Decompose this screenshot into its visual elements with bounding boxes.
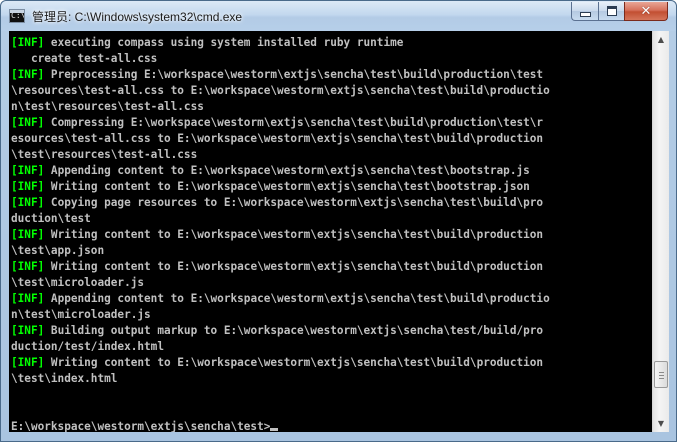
log-message: \test\index.html — [11, 372, 118, 385]
console-line: [INF] Compressing E:\workspace\westorm\e… — [11, 115, 550, 131]
console-line: n\test\microloader.js — [11, 307, 550, 323]
console-icon[interactable]: C:\ — [9, 9, 25, 23]
maximize-icon — [606, 6, 617, 16]
console-icon-glyph: C:\ — [11, 11, 25, 20]
log-message: Writing content to E:\workspace\westorm\… — [44, 180, 530, 193]
console-line: create test-all.css — [11, 51, 550, 67]
log-message: n\test\microloader.js — [11, 308, 151, 321]
console-line: n\test\resources\test-all.css — [11, 99, 550, 115]
log-level-tag: [INF] — [11, 196, 45, 209]
console-line: \resources\test-all.css to E:\workspace\… — [11, 83, 550, 99]
console-line: \test\microloader.js — [11, 275, 550, 291]
console-line: [INF] Writing content to E:\workspace\we… — [11, 355, 550, 371]
console-line: [INF] Preprocessing E:\workspace\westorm… — [11, 67, 550, 83]
console-line: [INF] executing compass using system ins… — [11, 35, 550, 51]
console-line: \test\app.json — [11, 243, 550, 259]
console-line: [INF] Writing content to E:\workspace\we… — [11, 259, 550, 275]
log-message: Appending content to E:\workspace\westor… — [44, 164, 530, 177]
log-level-tag: [INF] — [11, 356, 45, 369]
cmd-window: C:\ 管理员: C:\Windows\system32\cmd.exe ✕ [… — [0, 0, 677, 442]
console-line: [INF] Writing content to E:\workspace\we… — [11, 227, 550, 243]
console-line: duction\test — [11, 211, 550, 227]
log-level-tag: [INF] — [11, 164, 45, 177]
scrollbar-grip-icon — [659, 372, 664, 379]
window-title: 管理员: C:\Windows\system32\cmd.exe — [32, 10, 243, 24]
log-level-tag: [INF] — [11, 68, 45, 81]
log-message: \test\resources\test-all.css — [11, 148, 198, 161]
maximize-button[interactable] — [598, 2, 624, 21]
log-message: Compressing E:\workspace\westorm\extjs\s… — [44, 116, 544, 129]
log-message: create test-all.css — [11, 52, 158, 65]
console-line: esources\test-all.css to E:\workspace\we… — [11, 131, 550, 147]
title-bar[interactable]: C:\ 管理员: C:\Windows\system32\cmd.exe ✕ — [1, 1, 676, 31]
log-message: Preprocessing E:\workspace\westorm\extjs… — [44, 68, 544, 81]
log-level-tag: [INF] — [11, 180, 45, 193]
scroll-down-button[interactable]: ▼ — [653, 415, 669, 432]
log-level-tag: [INF] — [11, 36, 45, 49]
log-level-tag: [INF] — [11, 116, 45, 129]
log-message: Writing content to E:\workspace\westorm\… — [44, 260, 544, 273]
log-message: E:\workspace\westorm\extjs\sencha\test> — [11, 420, 271, 432]
log-message: n\test\resources\test-all.css — [11, 100, 204, 113]
scrollbar-thumb[interactable] — [654, 361, 668, 388]
console-line: duction/test/index.html — [11, 339, 550, 355]
console-lines: [INF] executing compass using system ins… — [11, 35, 550, 432]
log-message: executing compass using system installed… — [44, 36, 404, 49]
log-message: Writing content to E:\workspace\westorm\… — [44, 228, 544, 241]
console-line: [INF] Appending content to E:\workspace\… — [11, 291, 550, 307]
log-message: \test\app.json — [11, 244, 105, 257]
vertical-scrollbar[interactable]: ▲ ▼ — [652, 31, 669, 432]
console-line: [INF] Copying page resources to E:\works… — [11, 195, 550, 211]
close-icon: ✕ — [640, 3, 652, 19]
console-line: [INF] Appending content to E:\workspace\… — [11, 163, 550, 179]
console-output[interactable]: [INF] executing compass using system ins… — [9, 31, 652, 432]
log-message: \test\microloader.js — [11, 276, 145, 289]
log-message: duction/test/index.html — [11, 340, 164, 353]
scroll-up-icon: ▲ — [657, 35, 665, 44]
scroll-down-icon: ▼ — [657, 419, 665, 428]
log-message: Appending content to E:\workspace\westor… — [44, 292, 550, 305]
console-line: [INF] Writing content to E:\workspace\we… — [11, 179, 550, 195]
minimize-button[interactable] — [571, 2, 598, 21]
minimize-icon — [579, 12, 591, 17]
close-button[interactable]: ✕ — [624, 2, 668, 21]
log-level-tag: [INF] — [11, 260, 45, 273]
log-message: \resources\test-all.css to E:\workspace\… — [11, 84, 550, 97]
log-level-tag: [INF] — [11, 228, 45, 241]
scroll-up-button[interactable]: ▲ — [653, 31, 669, 48]
log-message: Writing content to E:\workspace\westorm\… — [44, 356, 544, 369]
console-line: \test\index.html — [11, 371, 550, 387]
log-message: Copying page resources to E:\workspace\w… — [44, 196, 544, 209]
caption-buttons: ✕ — [571, 2, 668, 21]
log-message: duction\test — [11, 212, 91, 225]
console-line: E:\workspace\westorm\extjs\sencha\test> — [11, 419, 550, 432]
log-message: esources\test-all.css to E:\workspace\we… — [11, 132, 544, 145]
log-message: Building output markup to E:\workspace\w… — [44, 324, 544, 337]
log-level-tag: [INF] — [11, 324, 45, 337]
console-line: [INF] Building output markup to E:\works… — [11, 323, 550, 339]
log-level-tag: [INF] — [11, 292, 45, 305]
console-line: \test\resources\test-all.css — [11, 147, 550, 163]
text-cursor — [270, 428, 279, 431]
